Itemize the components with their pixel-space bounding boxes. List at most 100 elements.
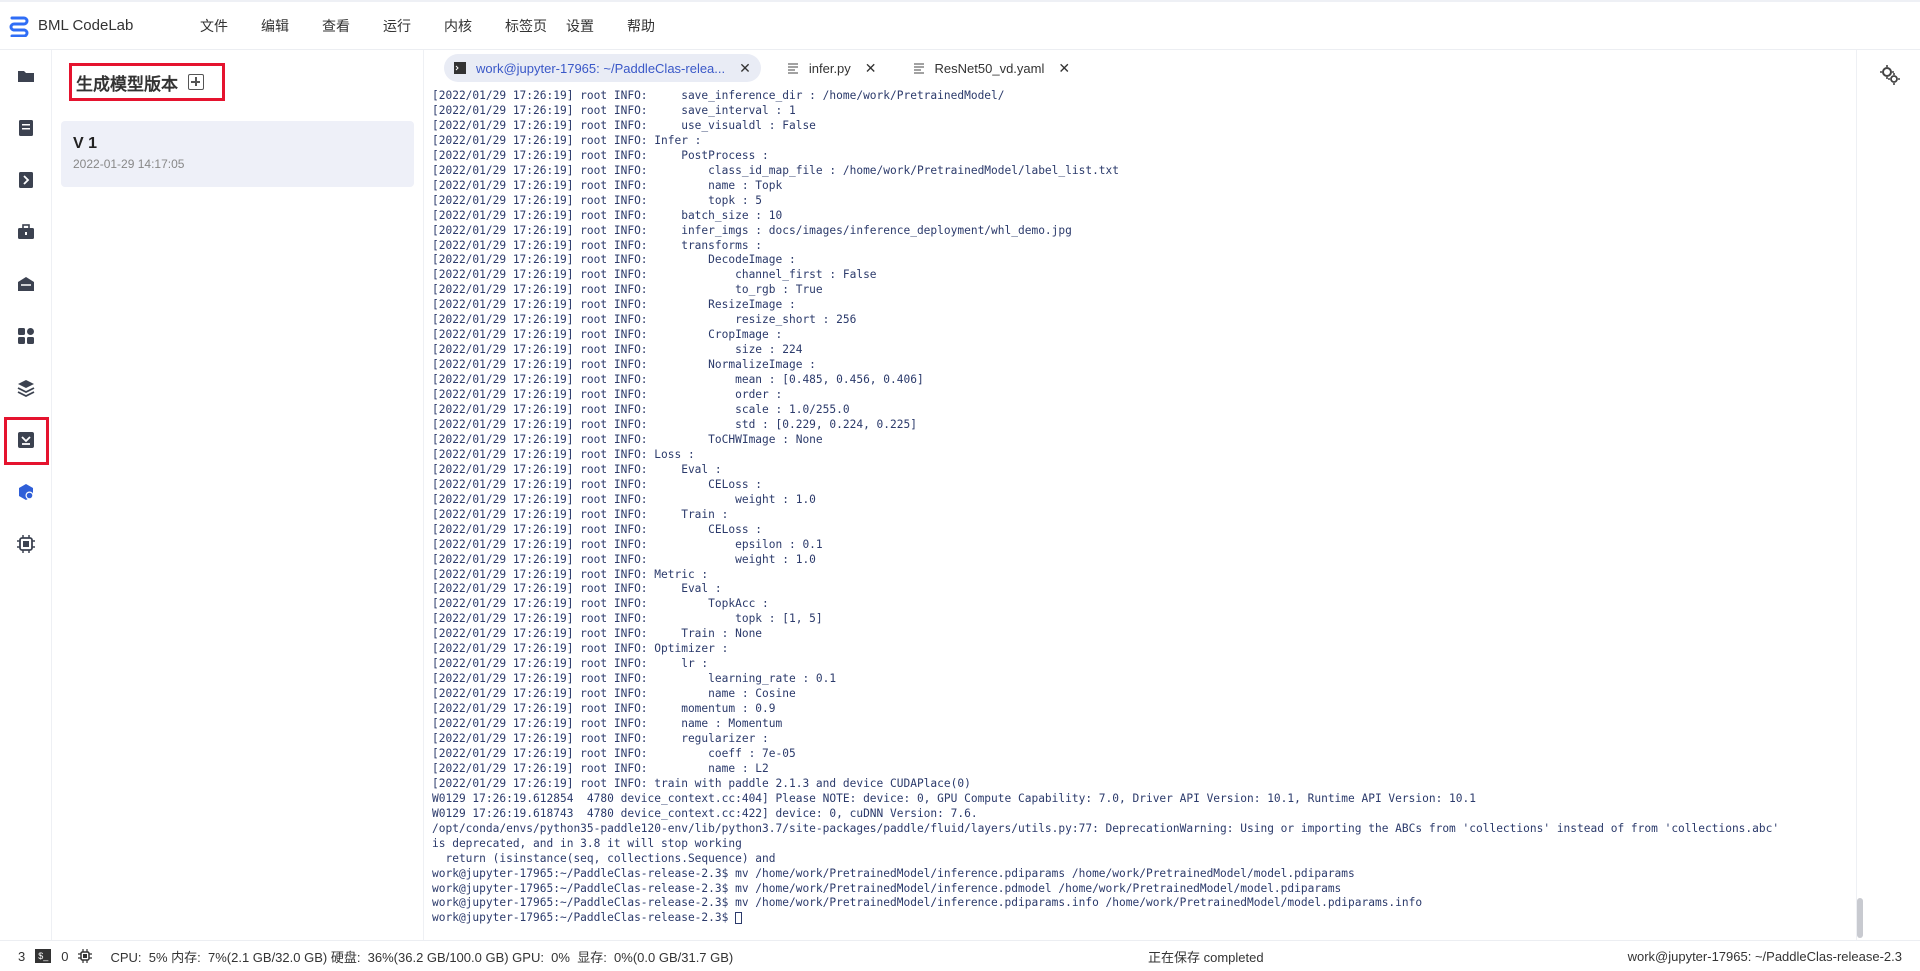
- gear-icon[interactable]: [1879, 64, 1901, 86]
- terminal-line: [2022/01/29 17:26:19] root INFO: topk : …: [432, 612, 823, 626]
- terminal-line: W0129 17:26:19.618743 4780 device_contex…: [432, 806, 978, 820]
- menu-view[interactable]: 查看: [322, 16, 383, 36]
- terminal-line: [2022/01/29 17:26:19] root INFO: transfo…: [432, 238, 763, 252]
- menu-file[interactable]: 文件: [200, 16, 261, 36]
- status-count-b[interactable]: 0: [61, 949, 68, 964]
- terminal-line: [2022/01/29 17:26:19] root INFO: ToCHWIm…: [432, 432, 823, 446]
- app-name: BML CodeLab: [38, 17, 134, 34]
- terminal-line: [2022/01/29 17:26:19] root INFO: train w…: [432, 776, 971, 790]
- dataset-icon[interactable]: [14, 168, 38, 192]
- close-icon[interactable]: ✕: [865, 60, 877, 77]
- version-card[interactable]: V 1 2022-01-29 14:17:05: [61, 121, 414, 187]
- close-icon[interactable]: ✕: [1058, 60, 1070, 77]
- terminal-line: [2022/01/29 17:26:19] root INFO: batch_s…: [432, 208, 783, 222]
- terminal-line: [2022/01/29 17:26:19] root INFO: order :: [432, 388, 783, 402]
- rail-selection-highlight: [4, 417, 49, 465]
- terminal-line: [2022/01/29 17:26:19] root INFO: to_rgb …: [432, 283, 823, 297]
- terminal-line: [2022/01/29 17:26:19] root INFO: CELoss …: [432, 522, 763, 536]
- terminal-line: [2022/01/29 17:26:19] root INFO: name : …: [432, 761, 769, 775]
- right-rail: [1856, 50, 1920, 940]
- menu-run[interactable]: 运行: [383, 16, 444, 36]
- terminal-line: [2022/01/29 17:26:19] root INFO: name : …: [432, 687, 796, 701]
- inbox-icon[interactable]: [14, 272, 38, 296]
- terminal-line: [2022/01/29 17:26:19] root INFO: scale :…: [432, 403, 850, 417]
- layers-icon[interactable]: [14, 376, 38, 400]
- terminal-line: [2022/01/29 17:26:19] root INFO: infer_i…: [432, 223, 1072, 237]
- folder-icon[interactable]: [14, 64, 38, 88]
- terminal-line: [2022/01/29 17:26:19] root INFO: name : …: [432, 178, 783, 192]
- file-icon: [787, 63, 798, 74]
- terminal-line: [2022/01/29 17:26:19] root INFO: Normali…: [432, 358, 816, 372]
- add-version-icon[interactable]: [188, 74, 204, 90]
- terminal-icon: [454, 62, 466, 74]
- save-status: 正在保存 completed: [1148, 949, 1264, 965]
- notebook-icon[interactable]: [14, 116, 38, 140]
- chip-icon[interactable]: [14, 532, 38, 556]
- terminal-line: [2022/01/29 17:26:19] root INFO: ResizeI…: [432, 298, 796, 312]
- terminal-line: work@jupyter-17965:~/PaddleClas-release-…: [432, 896, 1423, 910]
- terminal-prompt[interactable]: work@jupyter-17965:~/PaddleClas-release-…: [432, 911, 1852, 926]
- current-path: work@jupyter-17965: ~/PaddleClas-release…: [1627, 948, 1902, 964]
- terminal-line: [2022/01/29 17:26:19] root INFO: regular…: [432, 731, 769, 745]
- menu-tabs[interactable]: 标签页: [505, 16, 566, 36]
- main-menu: 文件 编辑 查看 运行 内核 标签页 设置 帮助: [200, 16, 688, 36]
- terminal-line: /opt/conda/envs/python35-paddle120-env/l…: [432, 821, 1780, 835]
- terminal-line: is deprecated, and in 3.8 it will stop w…: [432, 836, 742, 850]
- tab-label: ResNet50_vd.yaml: [934, 60, 1045, 76]
- editor-tab-bar: work@jupyter-17965: ~/PaddleClas-relea..…: [428, 50, 1854, 86]
- codelab-logo-icon: [9, 16, 29, 37]
- terminal-line: [2022/01/29 17:26:19] root INFO: Loss :: [432, 447, 695, 461]
- terminal-line: [2022/01/29 17:26:19] root INFO: lr :: [432, 657, 709, 671]
- terminal-line: [2022/01/29 17:26:19] root INFO: Metric …: [432, 567, 709, 581]
- close-icon[interactable]: ✕: [739, 60, 751, 77]
- panel-header-highlight: 生成模型版本: [69, 63, 225, 101]
- menu-edit[interactable]: 编辑: [261, 16, 322, 36]
- terminal-line: W0129 17:26:19.612854 4780 device_contex…: [432, 791, 1476, 805]
- terminal-line: [2022/01/29 17:26:19] root INFO: epsilon…: [432, 537, 823, 551]
- terminal-line: [2022/01/29 17:26:19] root INFO: Train :…: [432, 627, 763, 641]
- terminal-line: work@jupyter-17965:~/PaddleClas-release-…: [432, 881, 1342, 895]
- terminal-line: [2022/01/29 17:26:19] root INFO: CropIma…: [432, 328, 783, 342]
- panel-title: 生成模型版本: [76, 74, 178, 94]
- cursor: [735, 912, 743, 925]
- terminal-line: [2022/01/29 17:26:19] root INFO: std : […: [432, 417, 917, 431]
- terminal-line: [2022/01/29 17:26:19] root INFO: learnin…: [432, 672, 837, 686]
- tab-label: infer.py: [808, 60, 851, 76]
- terminal-line: [2022/01/29 17:26:19] root INFO: topk : …: [432, 193, 763, 207]
- app-logo: BML CodeLab: [8, 15, 188, 37]
- terminal-line: [2022/01/29 17:26:19] root INFO: resize_…: [432, 313, 857, 327]
- menu-help[interactable]: 帮助: [627, 16, 688, 36]
- apps-icon[interactable]: [14, 324, 38, 348]
- menu-settings[interactable]: 设置: [566, 16, 627, 36]
- terminal-line: [2022/01/29 17:26:19] root INFO: size : …: [432, 343, 803, 357]
- version-name: V 1: [73, 135, 98, 152]
- terminal-line: [2022/01/29 17:26:19] root INFO: Eval :: [432, 462, 722, 476]
- tab-infer-py[interactable]: infer.py ✕: [777, 54, 887, 82]
- terminal-line: [2022/01/29 17:26:19] root INFO: class_i…: [432, 163, 1120, 177]
- terminal-lines: [2022/01/29 17:26:19] root INFO: save_in…: [428, 89, 1852, 926]
- menu-bar: BML CodeLab 文件 编辑 查看 运行 内核 标签页 设置 帮助: [0, 0, 1920, 50]
- terminal-line: [2022/01/29 17:26:19] root INFO: weight …: [432, 492, 816, 506]
- terminal-line: [2022/01/29 17:26:19] root INFO: TopkAcc…: [432, 597, 769, 611]
- toolbox-icon[interactable]: [14, 220, 38, 244]
- terminal-line: [2022/01/29 17:26:19] root INFO: save_in…: [432, 89, 1005, 102]
- model-version-icon[interactable]: [14, 480, 38, 504]
- kernel-chip-icon[interactable]: [78, 949, 93, 963]
- status-bar: 3 $_ 0 CPU: 5% 内存: 7%(2.1 GB/32.0 GB) 硬盘…: [0, 940, 1920, 971]
- terminal-line: [2022/01/29 17:26:19] root INFO: name : …: [432, 717, 783, 731]
- terminal-line: [2022/01/29 17:26:19] root INFO: coeff :…: [432, 746, 796, 760]
- terminal-line: return (isinstance(seq, collections.Sequ…: [432, 851, 776, 865]
- tab-resnet-yaml[interactable]: ResNet50_vd.yaml ✕: [903, 54, 1081, 82]
- terminal-line: [2022/01/29 17:26:19] root INFO: Train :: [432, 507, 729, 521]
- menu-kernel[interactable]: 内核: [444, 16, 505, 36]
- terminal-badge-icon[interactable]: $_: [35, 949, 52, 963]
- resource-usage: CPU: 5% 内存: 7%(2.1 GB/32.0 GB) 硬盘: 36%(3…: [110, 949, 734, 965]
- terminal-output[interactable]: [2022/01/29 17:26:19] root INFO: save_in…: [428, 89, 1852, 935]
- terminal-line: [2022/01/29 17:26:19] root INFO: use_vis…: [432, 118, 816, 132]
- tab-terminal[interactable]: work@jupyter-17965: ~/PaddleClas-relea..…: [444, 54, 761, 82]
- status-count-a[interactable]: 3: [18, 949, 25, 964]
- terminal-scrollbar[interactable]: [1857, 898, 1863, 938]
- tab-label: work@jupyter-17965: ~/PaddleClas-relea..…: [476, 60, 726, 76]
- terminal-line: [2022/01/29 17:26:19] root INFO: Optimiz…: [432, 642, 729, 656]
- terminal-line: [2022/01/29 17:26:19] root INFO: channel…: [432, 268, 877, 282]
